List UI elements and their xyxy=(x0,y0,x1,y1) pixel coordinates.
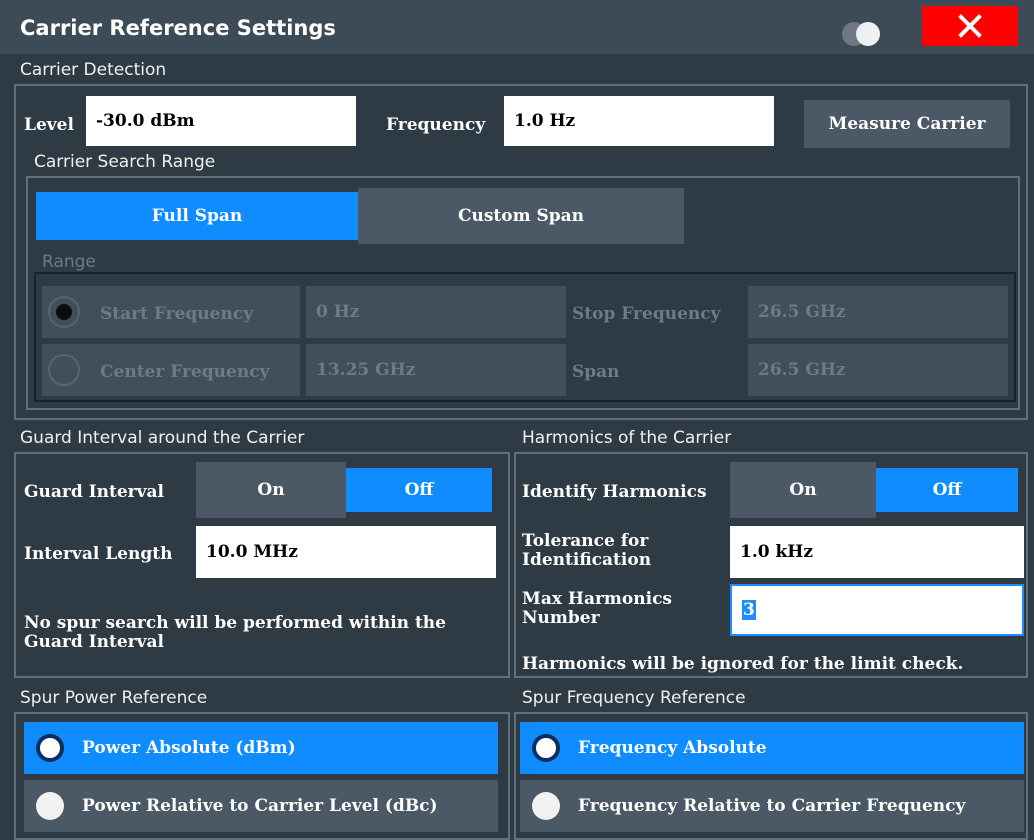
close-icon xyxy=(958,14,982,38)
tolerance-label-line1: Tolerance for xyxy=(522,531,649,551)
transparency-toggle-icon[interactable] xyxy=(842,22,882,46)
frequency-relative-radio[interactable] xyxy=(532,792,560,820)
harmonics-note: Harmonics will be ignored for the limit … xyxy=(522,654,964,674)
guard-interval-on-button[interactable]: On xyxy=(196,462,346,518)
max-harmonics-value: 3 xyxy=(742,600,756,620)
frequency-absolute-radio[interactable] xyxy=(532,734,560,762)
power-relative-radio[interactable] xyxy=(36,792,64,820)
interval-length-label: Interval Length xyxy=(24,544,173,564)
level-label: Level xyxy=(24,115,74,135)
power-absolute-label: Power Absolute (dBm) xyxy=(82,738,296,758)
frequency-label: Frequency xyxy=(386,115,486,135)
close-button[interactable] xyxy=(922,6,1018,46)
identify-harmonics-on-button[interactable]: On xyxy=(730,462,876,518)
level-field[interactable]: -30.0 dBm xyxy=(86,96,356,146)
measure-carrier-button[interactable]: Measure Carrier xyxy=(804,100,1010,148)
tolerance-field[interactable]: 1.0 kHz xyxy=(730,526,1024,578)
center-frequency-label: Center Frequency xyxy=(100,362,270,382)
tolerance-label: Tolerance for Identification xyxy=(522,532,651,570)
frequency-absolute-label: Frequency Absolute xyxy=(578,738,767,758)
max-harmonics-label-line2: Number xyxy=(522,608,600,628)
frequency-relative-label: Frequency Relative to Carrier Frequency xyxy=(578,796,966,816)
carrier-detection-label: Carrier Detection xyxy=(20,60,167,80)
power-relative-label: Power Relative to Carrier Level (dBc) xyxy=(82,796,438,816)
guard-note-line2: Guard Interval xyxy=(24,632,164,652)
identify-harmonics-label: Identify Harmonics xyxy=(522,482,707,502)
title-bar: Carrier Reference Settings xyxy=(0,0,1034,54)
identify-harmonics-off-button[interactable]: Off xyxy=(876,468,1018,512)
power-relative-option[interactable]: Power Relative to Carrier Level (dBc) xyxy=(24,780,498,832)
start-frequency-radio xyxy=(48,296,80,328)
stop-frequency-label: Stop Frequency xyxy=(572,304,721,324)
harmonics-section-label: Harmonics of the Carrier xyxy=(522,428,732,448)
max-harmonics-label: Max Harmonics Number xyxy=(522,590,672,628)
guard-interval-off-button[interactable]: Off xyxy=(346,468,492,512)
carrier-reference-dialog: Carrier Reference Settings Carrier Detec… xyxy=(0,0,1034,840)
start-frequency-field: 0 Hz xyxy=(306,286,566,338)
stop-frequency-field: 26.5 GHz xyxy=(748,286,1008,338)
start-frequency-label: Start Frequency xyxy=(100,304,254,324)
frequency-relative-option[interactable]: Frequency Relative to Carrier Frequency xyxy=(520,780,1024,832)
frequency-absolute-option[interactable]: Frequency Absolute xyxy=(520,722,1024,774)
full-span-button[interactable]: Full Span xyxy=(36,192,358,240)
range-label: Range xyxy=(42,252,96,272)
interval-length-field[interactable]: 10.0 MHz xyxy=(196,526,496,578)
tolerance-label-line2: Identification xyxy=(522,550,652,570)
custom-span-button[interactable]: Custom Span xyxy=(358,188,684,244)
dialog-title: Carrier Reference Settings xyxy=(20,16,336,40)
span-field: 26.5 GHz xyxy=(748,344,1008,396)
guard-note-line1: No spur search will be performed within … xyxy=(24,613,446,633)
guard-note: No spur search will be performed within … xyxy=(24,614,446,652)
power-absolute-radio[interactable] xyxy=(36,734,64,762)
spur-frequency-section-label: Spur Frequency Reference xyxy=(522,688,746,708)
span-label: Span xyxy=(572,362,620,382)
carrier-search-range-label: Carrier Search Range xyxy=(34,152,216,172)
max-harmonics-label-line1: Max Harmonics xyxy=(522,589,672,609)
center-frequency-field: 13.25 GHz xyxy=(306,344,566,396)
guard-interval-section-label: Guard Interval around the Carrier xyxy=(20,428,305,448)
max-harmonics-field[interactable]: 3 xyxy=(730,584,1024,636)
spur-power-section-label: Spur Power Reference xyxy=(20,688,208,708)
center-frequency-radio xyxy=(48,354,80,386)
guard-interval-label: Guard Interval xyxy=(24,482,164,502)
power-absolute-option[interactable]: Power Absolute (dBm) xyxy=(24,722,498,774)
frequency-field[interactable]: 1.0 Hz xyxy=(504,96,774,146)
